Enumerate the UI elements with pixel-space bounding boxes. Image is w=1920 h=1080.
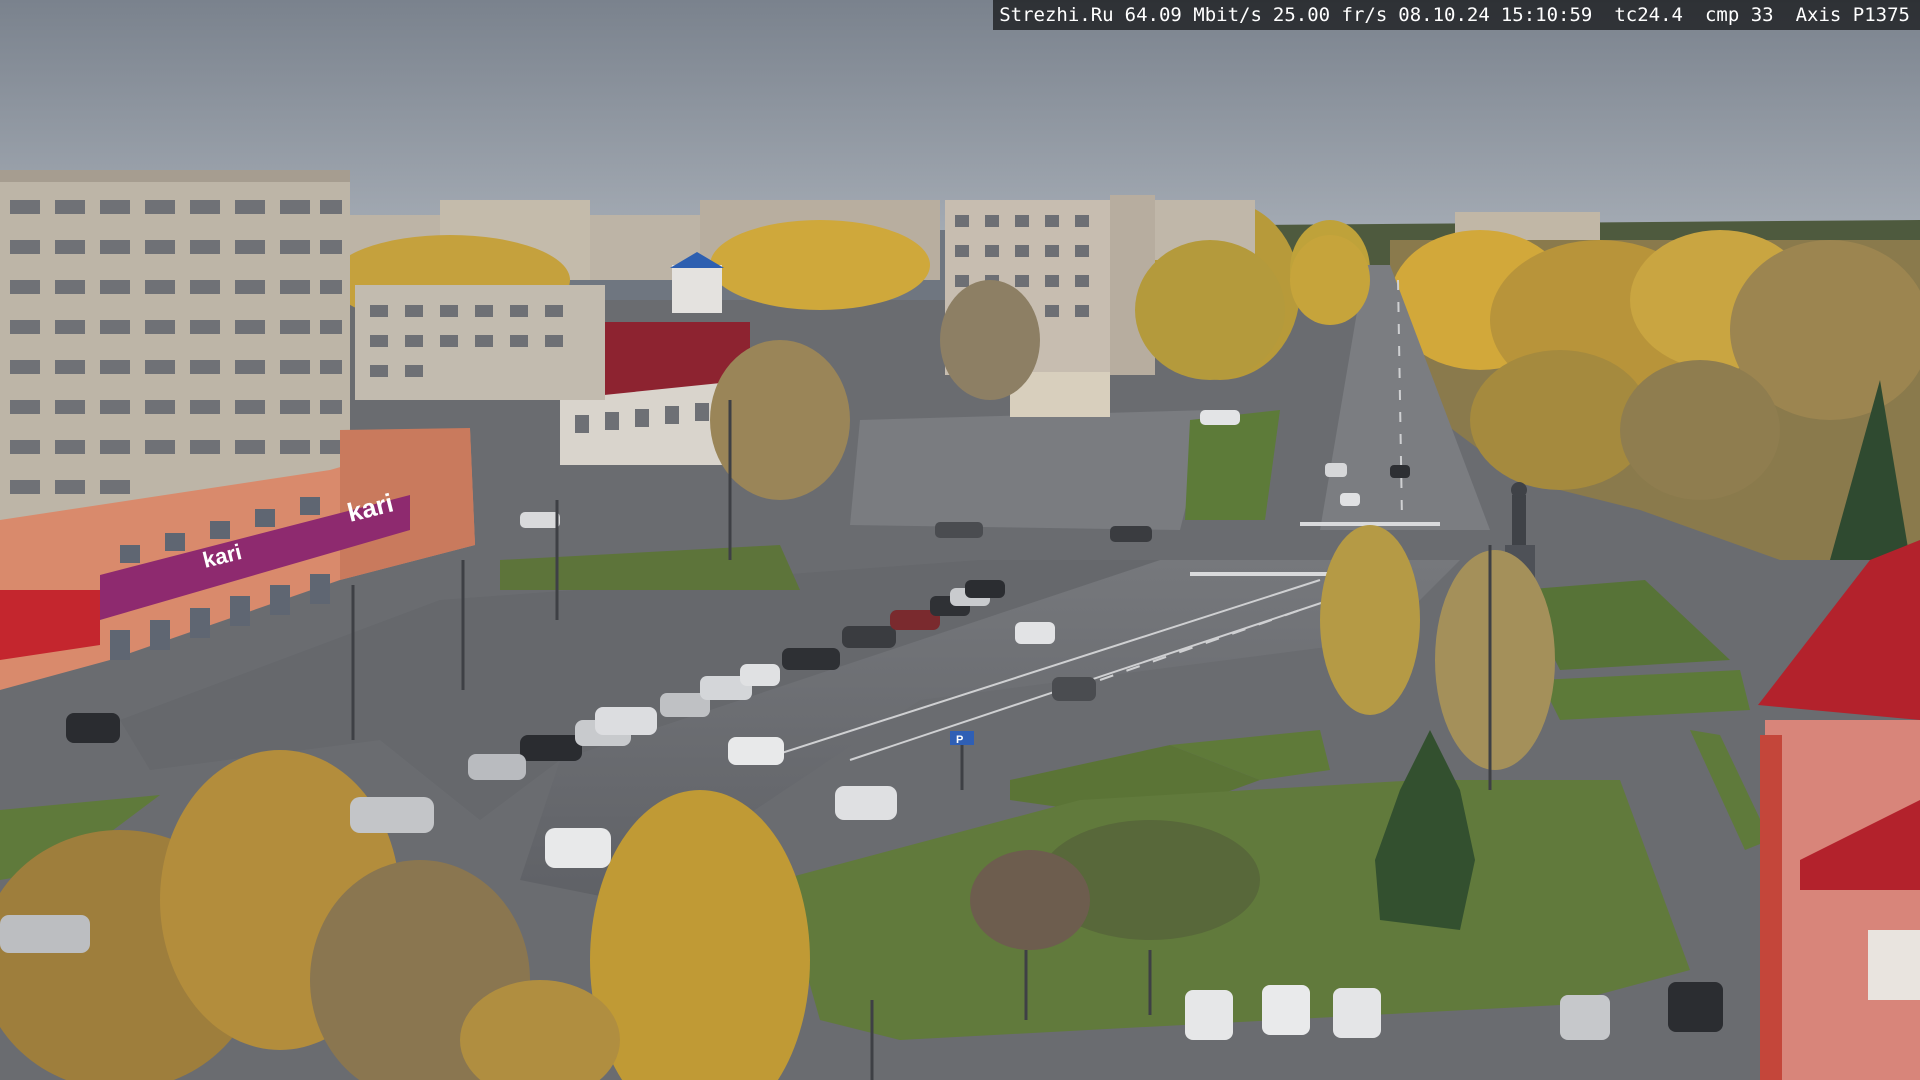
webcam-frame: kari kari P Strezhi.Ru 64.09 Mbit/s 25.0… (0, 0, 1920, 1080)
overlay-tc: tc24.4 (1614, 4, 1683, 26)
overlay-camera-model: Axis P1375 (1795, 4, 1910, 26)
apartment-block-middle (355, 285, 605, 400)
central-plaza (850, 410, 1210, 530)
overlay-site: Strezhi.Ru (999, 4, 1114, 26)
city-square-view: kari kari P (0, 0, 1920, 1080)
overlay-time: 15:10:59 (1500, 4, 1593, 26)
overlay-date: 08.10.24 (1398, 4, 1490, 26)
overlay-cmp: cmp 33 (1704, 4, 1774, 26)
parking-sign-letter: P (956, 734, 963, 746)
apartment-block-left (0, 170, 350, 520)
overlay-bitrate: 64.09 Mbit/s (1124, 4, 1262, 26)
overlay-framerate: 25.00 fr/s (1272, 4, 1388, 26)
camera-overlay-bar: Strezhi.Ru 64.09 Mbit/s 25.00 fr/s 08.10… (993, 0, 1920, 30)
